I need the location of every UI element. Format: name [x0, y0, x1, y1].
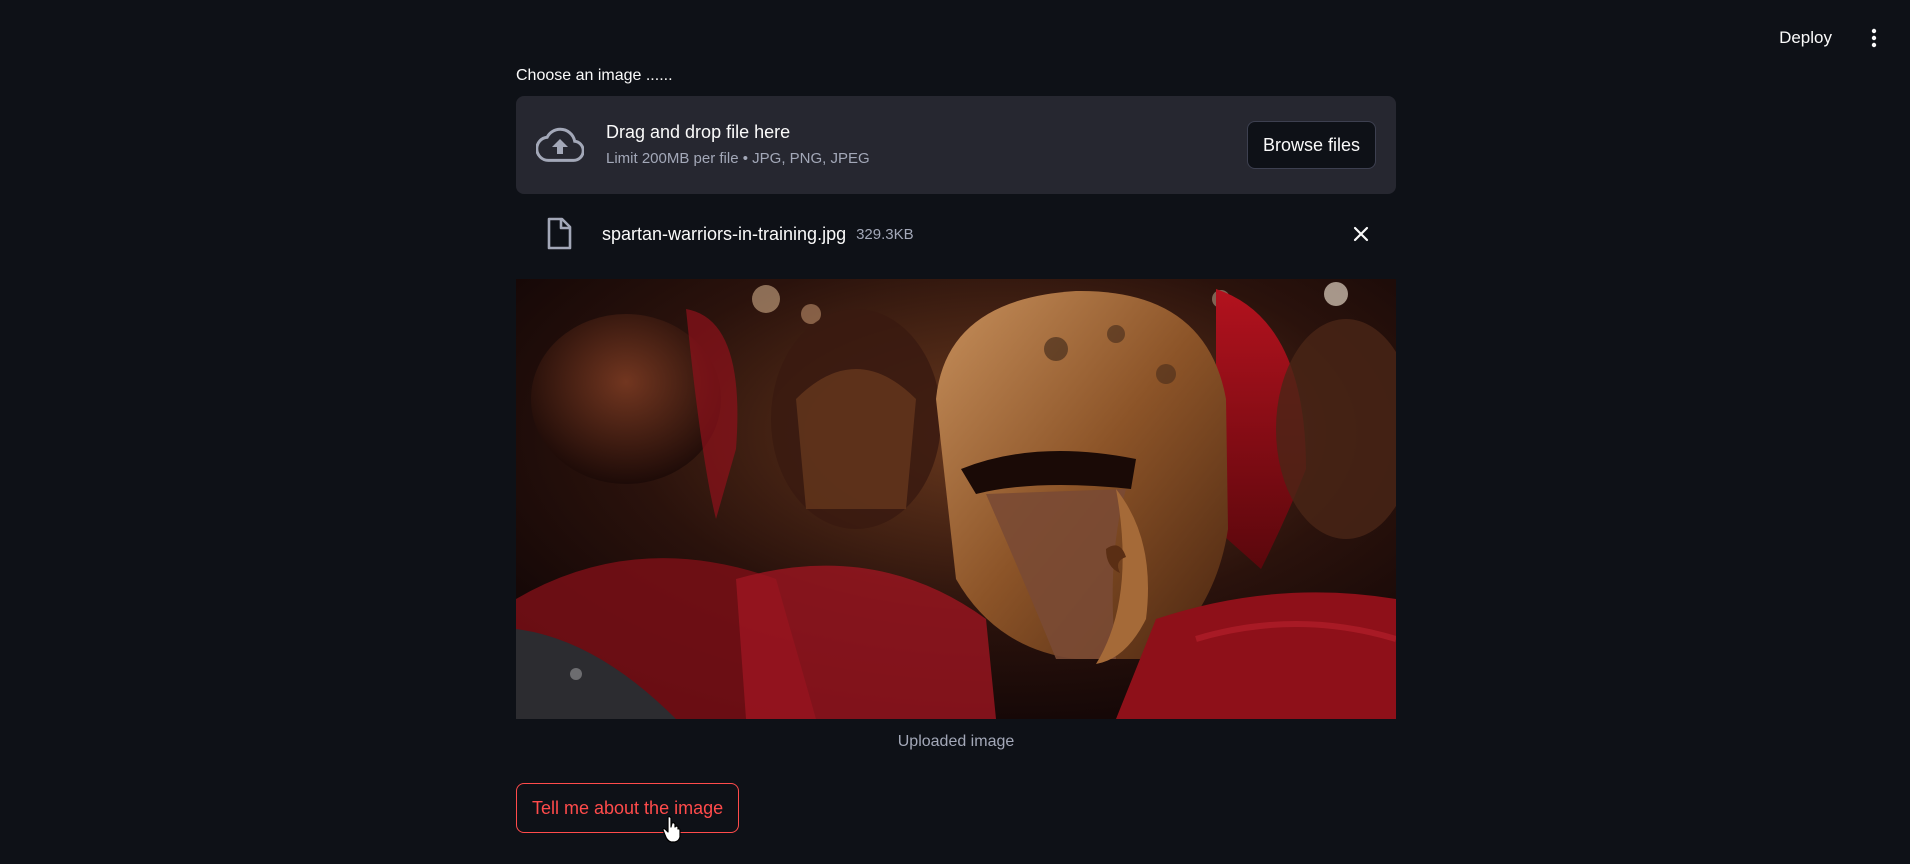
file-size: 329.3KB	[856, 225, 914, 243]
close-icon[interactable]	[1346, 219, 1376, 249]
pointer-cursor-icon	[662, 815, 682, 843]
tell-me-about-image-button[interactable]: Tell me about the image	[516, 783, 740, 833]
uploader-label: Choose an image ......	[516, 67, 673, 84]
file-name: spartan-warriors-in-training.jpg	[602, 223, 847, 244]
dropzone-limit: Limit 200MB per file • JPG, PNG, JPEG	[606, 150, 870, 167]
uploaded-image	[516, 279, 1396, 719]
deploy-button[interactable]: Deploy	[1769, 22, 1842, 54]
main-content: Choose an image ...... Drag and drop fil…	[516, 60, 1396, 833]
kebab-menu-icon[interactable]	[1862, 20, 1886, 56]
file-icon	[544, 217, 574, 251]
cloud-upload-icon	[536, 125, 584, 165]
browse-files-button[interactable]: Browse files	[1246, 121, 1376, 169]
image-caption: Uploaded image	[897, 733, 1015, 750]
file-dropzone[interactable]: Drag and drop file here Limit 200MB per …	[516, 96, 1396, 194]
dropzone-title: Drag and drop file here	[606, 122, 791, 142]
uploaded-file-row: spartan-warriors-in-training.jpg 329.3KB	[516, 194, 1396, 274]
dropzone-text: Drag and drop file here Limit 200MB per …	[606, 119, 1247, 171]
app-page: Deploy Choose an image ...... Drag and d…	[0, 0, 1910, 864]
header-toolbar: Deploy	[1769, 20, 1886, 56]
